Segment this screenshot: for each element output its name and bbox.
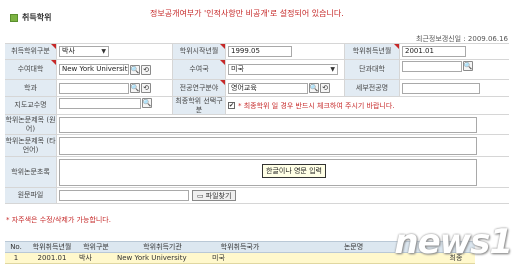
- acquire-date-label: 학위취득년월: [345, 44, 400, 59]
- college-cell: 🔍: [400, 60, 509, 79]
- file-label: 원문파일: [5, 188, 57, 203]
- major-cell: 영어교육 🔍 ⟲: [226, 80, 345, 96]
- cell-institution: New York University: [115, 252, 210, 264]
- form-row-7: 학위논문초록: [5, 156, 509, 187]
- col-country: 학위취득국가: [210, 241, 270, 253]
- news1-watermark-logo: news1: [394, 222, 513, 262]
- thesis-title-foreign-cell: [57, 135, 509, 156]
- detail-major-input[interactable]: [402, 82, 480, 94]
- search-icon[interactable]: 🔍: [142, 98, 152, 108]
- file-path-input[interactable]: [59, 190, 189, 201]
- univ-cell: New York University 🔍 ⟲: [57, 60, 173, 79]
- thesis-title-foreign-textarea[interactable]: [59, 136, 477, 155]
- thesis-title-foreign-label: 학위논문제목 (타언어): [5, 135, 57, 156]
- final-degree-checkbox[interactable]: ✔: [228, 102, 235, 109]
- form-row-8: 원문파일 ▭ 파일찾기: [5, 187, 509, 204]
- search-icon[interactable]: 🔍: [130, 83, 140, 93]
- form-row-3: 학과 🔍 ⟲ 전공연구분야 영어교육 🔍 ⟲ 세부전공명: [5, 79, 509, 96]
- clear-icon[interactable]: ⟲: [141, 83, 151, 93]
- col-no: No.: [5, 241, 27, 253]
- univ-label: 수여대학: [5, 60, 57, 79]
- thesis-title-textarea[interactable]: [59, 116, 477, 133]
- cell-no: 1: [5, 252, 27, 264]
- final-degree-label: 최종학위 선택구분: [173, 97, 226, 114]
- dept-input[interactable]: [59, 82, 129, 94]
- search-icon[interactable]: 🔍: [463, 61, 473, 71]
- major-input[interactable]: 영어교육: [228, 82, 308, 94]
- advisor-input[interactable]: [59, 98, 141, 109]
- col-degree-type: 학위구분: [77, 241, 115, 253]
- file-cell: ▭ 파일찾기: [57, 188, 509, 203]
- search-icon[interactable]: 🔍: [309, 83, 319, 93]
- country-cell: 미국 ▼: [226, 60, 345, 79]
- major-label: 전공연구분야: [173, 80, 226, 96]
- thesis-title-cell: [57, 115, 509, 134]
- country-value: 미국: [231, 65, 244, 73]
- col-acquire-date: 학위취득년월: [27, 241, 77, 253]
- file-browse-label: 파일찾기: [205, 191, 232, 200]
- acquire-date-cell: 2001.01: [400, 44, 509, 59]
- univ-input[interactable]: New York University: [59, 64, 129, 75]
- start-date-cell: 1999.05: [226, 44, 345, 59]
- section-title: 취득학위: [22, 13, 52, 22]
- cell-degree-type: 박사: [77, 252, 115, 264]
- form-row-6: 학위논문제목 (타언어): [5, 134, 509, 156]
- folder-icon: ▭: [197, 191, 204, 200]
- search-icon[interactable]: 🔍: [130, 64, 140, 75]
- detail-major-cell: [400, 80, 509, 96]
- final-degree-cell: ✔ * 최종학위 일 경우 반드시 체크하여 주시기 바랍니다.: [226, 97, 509, 114]
- cell-country: 미국: [210, 252, 270, 264]
- file-browse-button[interactable]: ▭ 파일찾기: [192, 190, 237, 201]
- degree-type-select[interactable]: 박사 ▼: [59, 46, 109, 57]
- cell-acquire-date: 2001.01: [27, 252, 77, 264]
- degree-form: 취득학위구분 박사 ▼ 학위시작년월 1999.05 학위취득년월 2001.0…: [5, 43, 509, 204]
- form-row-1: 취득학위구분 박사 ▼ 학위시작년월 1999.05 학위취득년월 2001.0…: [5, 43, 509, 59]
- abstract-label: 학위논문초록: [5, 157, 57, 187]
- editable-note: * 자주색은 수정/삭제가 가능합니다.: [6, 216, 111, 224]
- country-select[interactable]: 미국 ▼: [228, 64, 338, 75]
- thesis-title-label: 학위논문제목 (원어): [5, 115, 57, 134]
- privacy-notice: 정보공개여부가 '인적사항만 비공개'로 설정되어 있습니다.: [150, 9, 344, 18]
- acquire-date-input[interactable]: 2001.01: [402, 46, 466, 57]
- dept-label: 학과: [5, 80, 57, 96]
- college-input[interactable]: [402, 61, 462, 72]
- start-date-input[interactable]: 1999.05: [228, 46, 292, 57]
- form-row-2: 수여대학 New York University 🔍 ⟲ 수여국 미국 ▼ 단과…: [5, 59, 509, 79]
- detail-major-label: 세부전공명: [345, 80, 400, 96]
- degree-type-cell: 박사 ▼: [57, 44, 173, 59]
- clear-icon[interactable]: ⟲: [320, 83, 330, 93]
- country-label: 수여국: [173, 60, 226, 79]
- college-label: 단과대학: [345, 60, 400, 79]
- clear-icon[interactable]: ⟲: [141, 64, 151, 75]
- advisor-cell: 🔍: [57, 97, 173, 114]
- chevron-down-icon: ▼: [101, 48, 106, 55]
- degree-type-value: 박사: [62, 47, 75, 55]
- start-date-label: 학위시작년월: [173, 44, 226, 59]
- advisor-label: 지도교수명: [5, 97, 57, 114]
- input-tooltip: 한글이나 영문 입력: [262, 164, 326, 178]
- col-institution: 학위취득기관: [115, 241, 210, 253]
- dept-cell: 🔍 ⟲: [57, 80, 173, 96]
- form-row-4: 지도교수명 🔍 최종학위 선택구분 ✔ * 최종학위 일 경우 반드시 체크하여…: [5, 96, 509, 114]
- chevron-down-icon: ▼: [330, 66, 335, 73]
- form-row-5: 학위논문제목 (원어): [5, 114, 509, 134]
- degree-type-label: 취득학위구분: [5, 44, 57, 59]
- section-bullet-icon: [10, 14, 18, 22]
- final-degree-note: * 최종학위 일 경우 반드시 체크하여 주시기 바랍니다.: [238, 101, 395, 110]
